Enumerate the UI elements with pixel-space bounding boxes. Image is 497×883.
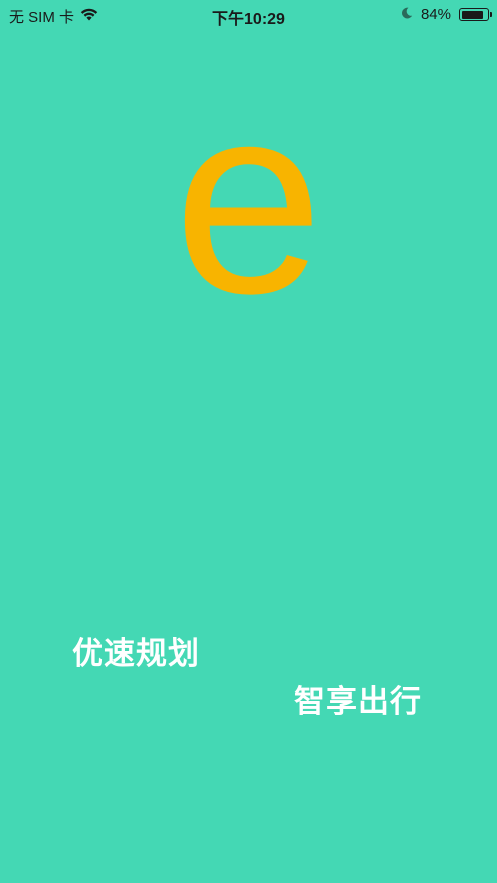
moon-icon [401, 6, 413, 23]
status-right: 84% [401, 6, 492, 23]
slogan-line-1: 优速规划 [72, 636, 200, 672]
status-bar: 无 SIM 卡 下午10:29 84% [0, 0, 497, 30]
slogan-line-2: 智享出行 [294, 684, 422, 720]
app-logo: e [173, 49, 324, 350]
battery-fill [461, 10, 483, 19]
battery-icon [459, 8, 492, 21]
battery-percent: 84% [420, 6, 451, 23]
